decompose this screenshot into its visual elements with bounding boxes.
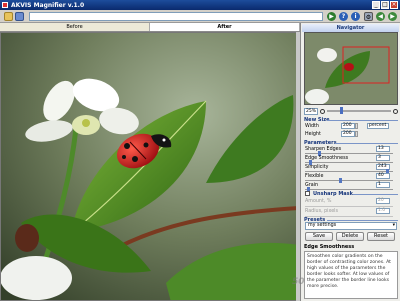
parameter-slider-thumb[interactable] (339, 178, 342, 183)
parameter-slider[interactable] (305, 160, 393, 165)
flower-bottom (1, 256, 72, 300)
navigator-thumbnail[interactable] (304, 32, 398, 105)
title-bar: AKVIS Magnifier v.1.0 _ □ × (0, 0, 400, 10)
watermark: 50 (292, 277, 305, 287)
navigator-photo (305, 33, 397, 104)
reset-button[interactable]: Reset (367, 232, 395, 241)
delete-preset-button[interactable]: Delete (336, 232, 364, 241)
amount-label: Amount, % (305, 199, 332, 204)
parameter-slider[interactable] (305, 151, 393, 156)
minimize-button[interactable]: _ (372, 1, 380, 9)
unsharp-mask-divider (353, 194, 398, 195)
open-folder-icon[interactable] (4, 12, 13, 21)
radius-label: Radius, pixels (305, 209, 338, 214)
new-size-divider (327, 120, 398, 121)
ladybug-photo (1, 33, 297, 300)
amount-slider[interactable] (305, 206, 393, 207)
zoom-out-icon[interactable] (320, 108, 325, 114)
parameter-value-field[interactable]: 40 (376, 173, 390, 179)
parameter-slider[interactable] (305, 187, 393, 192)
width-spin-button[interactable] (355, 123, 358, 129)
save-preset-button[interactable]: Save (305, 232, 333, 241)
preset-select[interactable]: my settings (305, 222, 397, 230)
photo-canvas[interactable] (0, 32, 298, 301)
amount-field[interactable]: 20 (376, 198, 390, 204)
unsharp-mask-title: Unsharp Mask (313, 191, 353, 197)
parameter-value-field[interactable]: 13 (376, 146, 390, 152)
parameter-slider[interactable] (305, 169, 393, 174)
zoom-field[interactable]: 25% (304, 107, 318, 115)
tab-after[interactable]: After (150, 23, 300, 31)
new-size-title: New Size (304, 117, 330, 123)
settings-icon[interactable]: ⚙ (364, 12, 373, 21)
window-controls: _ □ × (372, 1, 398, 9)
help-title: Edge Smoothness (304, 244, 355, 250)
view-tabs: Before After (0, 23, 300, 32)
parameters-title: Parameters (304, 140, 337, 146)
help-icon[interactable]: ? (339, 12, 348, 21)
navigator-title: Navigator (302, 24, 399, 32)
close-button[interactable]: × (390, 1, 398, 9)
height-spin-button[interactable] (355, 131, 358, 137)
parameter-value-field[interactable]: 1 (376, 182, 390, 188)
maximize-button[interactable]: □ (381, 1, 389, 9)
tab-before[interactable]: Before (0, 23, 150, 31)
unsharp-mask-checkbox[interactable] (305, 191, 310, 196)
zoom-control: 25% (304, 107, 398, 115)
parameter-label: Sharpen Edges (305, 147, 342, 152)
height-field[interactable]: 200 (341, 131, 355, 137)
presets-divider (327, 220, 398, 221)
width-label: Width (305, 124, 319, 129)
zoom-slider-thumb[interactable] (339, 107, 343, 114)
play-icon[interactable]: ▶ (327, 12, 336, 21)
parameter-label: Flexible (305, 174, 324, 179)
help-text: Smoothen color gradients on the border o… (304, 251, 398, 299)
back-icon[interactable]: ◀ (376, 12, 385, 21)
info-icon[interactable]: i (351, 12, 360, 21)
app-icon (2, 2, 8, 8)
parameters-divider (335, 143, 398, 144)
width-field[interactable]: 200 (341, 123, 355, 129)
height-label: Height (305, 132, 321, 137)
save-icon[interactable] (15, 12, 24, 21)
parameter-label: Simplicity (305, 165, 329, 170)
zoom-slider[interactable] (327, 107, 391, 114)
window-title: AKVIS Magnifier v.1.0 (11, 1, 85, 9)
settings-panel: Navigator 25% New Size Width 200 Height … (300, 23, 400, 301)
file-path-field[interactable] (29, 12, 323, 21)
zoom-in-icon[interactable] (393, 108, 398, 114)
radius-field[interactable]: 1.0 (376, 208, 390, 214)
image-pane: Before After (0, 23, 300, 301)
parameter-value-field[interactable]: 3 (376, 155, 390, 161)
parameter-slider[interactable] (305, 178, 393, 183)
toolbar: ▶ ? i ⚙ ◀ ▶ (0, 10, 400, 23)
forward-icon[interactable]: ▶ (388, 12, 397, 21)
unit-select[interactable]: percent (367, 123, 389, 129)
